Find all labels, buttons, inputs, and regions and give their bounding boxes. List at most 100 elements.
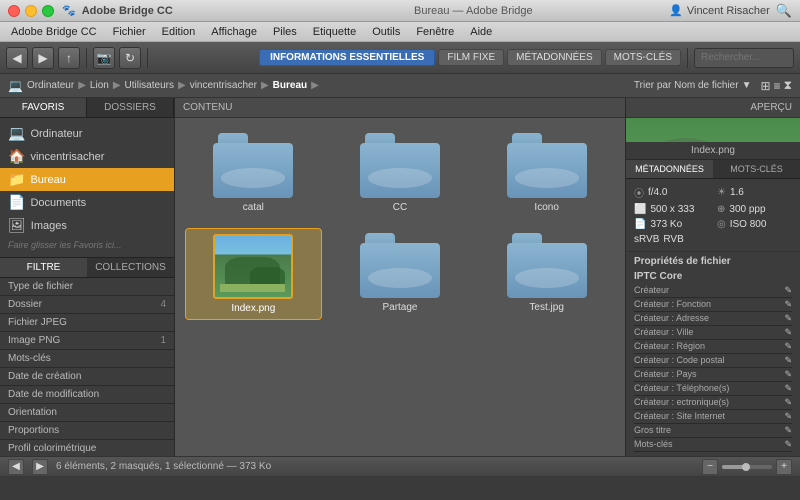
size-value: 500 x 333	[650, 204, 694, 215]
iptc-label: Créateur	[634, 285, 669, 296]
file-item-cc[interactable]: CC	[332, 128, 469, 218]
list-view-icon[interactable]: ≡	[774, 79, 781, 93]
filter-label: Fichier JPEG	[8, 317, 67, 328]
main-area: FAVORIS DOSSIERS 💻 Ordinateur 🏠 vincentr…	[0, 98, 800, 456]
content-header: CONTENU	[175, 98, 625, 118]
username: Vincent Risacher	[687, 5, 770, 17]
sidebar-item-user[interactable]: 🏠 vincentrisacher	[0, 145, 174, 168]
iptc-label: Créateur : ectronique(s)	[634, 397, 729, 408]
tab-collections[interactable]: COLLECTIONS	[87, 258, 174, 277]
filter-proportions[interactable]: Proportions	[0, 422, 174, 440]
iptc-label: Créateur : Adresse	[634, 313, 709, 324]
filter-mots-cles[interactable]: Mots-clés	[0, 350, 174, 368]
zoom-in-button[interactable]: +	[776, 459, 792, 475]
tab-film[interactable]: FILM FIXE	[438, 49, 504, 66]
path-ordinateur[interactable]: Ordinateur	[27, 80, 74, 91]
tab-metadonnees[interactable]: MÉTADONNÉES	[626, 160, 713, 178]
iptc-label: Créateur : Fonction	[634, 299, 711, 310]
separator-3	[687, 48, 688, 68]
menu-piles[interactable]: Piles	[266, 24, 304, 40]
filter-count: 1	[160, 335, 166, 346]
path-user[interactable]: vincentrisacher	[190, 80, 257, 91]
forward-button[interactable]: ▶	[32, 47, 54, 69]
preview-filename: Index.png	[626, 142, 800, 160]
computer-icon: 💻	[8, 125, 25, 142]
minimize-button[interactable]	[25, 5, 37, 17]
menubar: Adobe Bridge CC Fichier Edition Affichag…	[0, 22, 800, 42]
image-icon: 🖼	[8, 217, 26, 234]
file-name-test: Test.jpg	[529, 302, 563, 313]
tab-mots-cles[interactable]: MOTS-CLÉS	[605, 49, 681, 66]
menu-affichage[interactable]: Affichage	[204, 24, 264, 40]
tab-favoris[interactable]: FAVORIS	[0, 98, 87, 117]
path-utilisateurs[interactable]: Utilisateurs	[125, 80, 174, 91]
search-icon: 🔍	[776, 3, 792, 19]
close-button[interactable]	[8, 5, 20, 17]
tab-dossiers[interactable]: DOSSIERS	[87, 98, 174, 117]
grid-view-icon[interactable]: ⊞	[760, 79, 770, 93]
tab-informations[interactable]: INFORMATIONS ESSENTIELLES	[259, 49, 435, 66]
preview-title: APERÇU	[750, 102, 792, 113]
filter-jpeg[interactable]: Fichier JPEG	[0, 314, 174, 332]
path-lion[interactable]: Lion	[90, 80, 109, 91]
window-title: Bureau — Adobe Bridge	[278, 5, 670, 17]
dpi-row: ⊕ 300 ppp	[717, 204, 792, 215]
folder-icon-partage	[360, 233, 440, 298]
menu-fenetre[interactable]: Fenêtre	[409, 24, 461, 40]
tab-mots-cles-right[interactable]: MOTS-CLÉS	[713, 160, 800, 178]
menu-outils[interactable]: Outils	[365, 24, 407, 40]
status-prev-button[interactable]: ◀	[8, 459, 24, 475]
iptc-label: Créateur : Région	[634, 341, 705, 352]
exposure-row: ☀ 1.6	[717, 185, 792, 200]
paw-icon: 🐾	[62, 4, 76, 17]
path-bureau[interactable]: Bureau	[273, 80, 307, 91]
camera-button[interactable]: 📷	[93, 47, 115, 69]
zoom-slider[interactable]	[722, 465, 772, 469]
menu-aide[interactable]: Aide	[463, 24, 499, 40]
file-name-cc: CC	[393, 202, 407, 213]
file-item-icono[interactable]: Icono	[478, 128, 615, 218]
sort-bar: Trier par Nom de fichier ▼ ⊞ ≡ ⧗	[634, 78, 792, 93]
meta-tabs: MÉTADONNÉES MOTS-CLÉS	[626, 160, 800, 179]
back-button[interactable]: ◀	[6, 47, 28, 69]
refresh-button[interactable]: ↻	[119, 47, 141, 69]
filter-date-creation[interactable]: Date de création	[0, 368, 174, 386]
size-row: ⬜ 500 x 333	[634, 204, 709, 215]
filter-icon[interactable]: ⧗	[784, 78, 792, 93]
sidebar-item-bureau[interactable]: 📁 Bureau	[0, 168, 174, 191]
zoom-out-button[interactable]: −	[702, 459, 718, 475]
content-title: CONTENU	[183, 102, 232, 113]
edit-icon: ✎	[784, 341, 792, 352]
status-next-button[interactable]: ▶	[32, 459, 48, 475]
iptc-row-mots-cles: Mots-clés ✎	[634, 438, 792, 452]
tab-filtre[interactable]: FILTRE	[0, 258, 87, 277]
filter-date-modif[interactable]: Date de modification	[0, 386, 174, 404]
filter-profil[interactable]: Profil colorimétrique	[0, 440, 174, 456]
menu-edition[interactable]: Edition	[155, 24, 203, 40]
tab-metadonnees[interactable]: MÉTADONNÉES	[507, 49, 602, 66]
menu-bridge[interactable]: Adobe Bridge CC	[4, 24, 104, 40]
window-controls	[8, 5, 54, 17]
file-item-test[interactable]: Test.jpg	[478, 228, 615, 320]
iso-row: ◎ ISO 800	[717, 219, 792, 230]
search-input[interactable]	[694, 48, 794, 68]
filter-png[interactable]: Image PNG 1	[0, 332, 174, 350]
maximize-button[interactable]	[42, 5, 54, 17]
iptc-title: IPTC Core	[634, 271, 792, 282]
file-item-partage[interactable]: Partage	[332, 228, 469, 320]
filter-label: Date de création	[8, 371, 81, 382]
sidebar-item-ordinateur[interactable]: 💻 Ordinateur	[0, 122, 174, 145]
filter-orientation[interactable]: Orientation	[0, 404, 174, 422]
file-item-catal[interactable]: catal	[185, 128, 322, 218]
sidebar-item-documents[interactable]: 📄 Documents	[0, 191, 174, 214]
menu-fichier[interactable]: Fichier	[106, 24, 153, 40]
filter-dossier[interactable]: Dossier 4	[0, 296, 174, 314]
file-item-index[interactable]: Index.png	[185, 228, 322, 320]
up-button[interactable]: ↑	[58, 47, 80, 69]
preview-header: APERÇU	[626, 98, 800, 118]
filter-type-fichier[interactable]: Type de fichier	[0, 278, 174, 296]
sidebar-label-ordinateur: Ordinateur	[30, 128, 82, 140]
menu-etiquette[interactable]: Etiquette	[306, 24, 363, 40]
sidebar-item-images[interactable]: 🖼 Images	[0, 214, 174, 237]
iptc-row-site: Créateur : Site Internet ✎	[634, 410, 792, 424]
